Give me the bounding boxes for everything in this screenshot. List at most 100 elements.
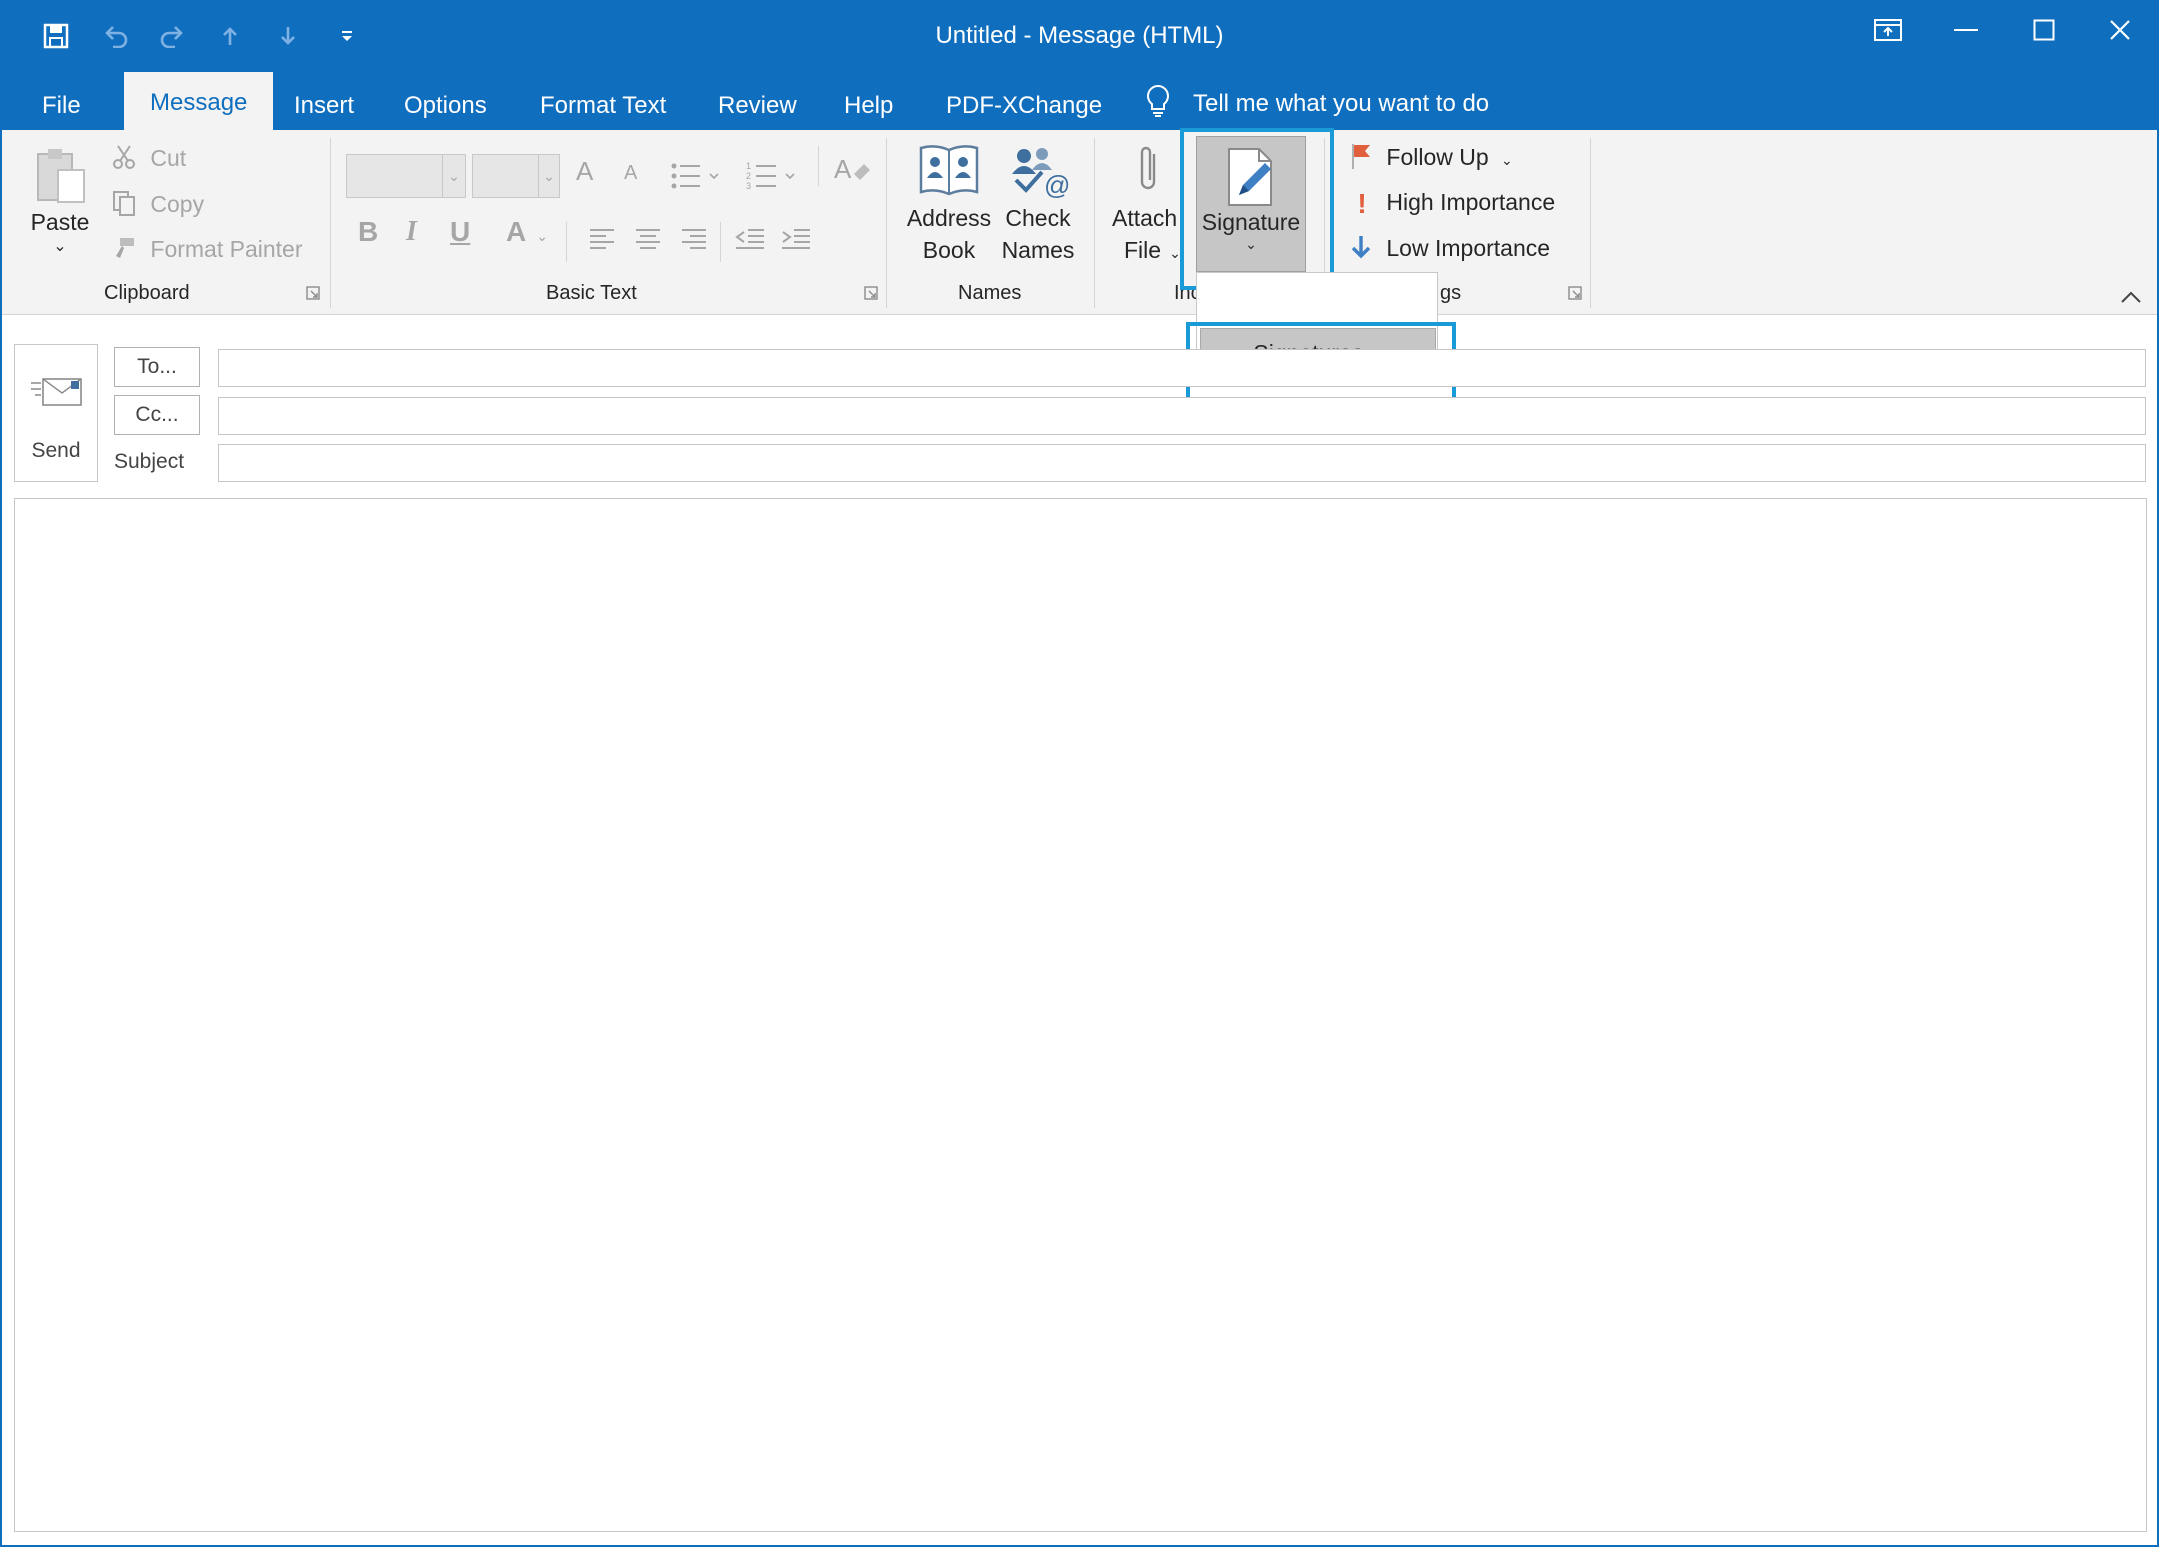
message-body-editor[interactable] — [14, 498, 2147, 1532]
bullets-icon[interactable] — [670, 158, 724, 194]
basic-text-dialog-launcher-icon[interactable] — [864, 286, 878, 300]
decrease-indent-icon[interactable] — [734, 226, 766, 257]
tab-message[interactable]: Message — [124, 72, 274, 130]
font-color-button[interactable]: A ⌄ — [506, 216, 548, 248]
ribbon-display-options-icon[interactable] — [1858, 10, 1918, 50]
copy-icon — [112, 190, 138, 222]
tags-dialog-launcher-icon[interactable] — [1568, 286, 1582, 300]
attach-file-label-line2: File — [1124, 237, 1162, 263]
address-book-icon — [917, 142, 981, 198]
paintbrush-icon — [112, 236, 138, 266]
check-names-button[interactable]: @ Check Names — [998, 142, 1078, 266]
collapse-ribbon-icon[interactable] — [2120, 290, 2142, 309]
copy-button[interactable]: Copy — [112, 190, 204, 222]
italic-label: I — [406, 216, 417, 247]
tab-options[interactable]: Options — [378, 82, 513, 130]
exclamation-icon: ! — [1357, 188, 1367, 219]
subject-field[interactable] — [218, 444, 2146, 482]
group-separator — [1590, 138, 1591, 308]
cut-label: Cut — [150, 145, 187, 172]
lightbulb-icon — [1145, 84, 1171, 125]
tab-review[interactable]: Review — [692, 82, 823, 130]
tell-me-label: Tell me what you want to do — [1193, 90, 1490, 117]
to-button[interactable]: To... — [114, 347, 200, 387]
minimize-icon[interactable] — [1936, 10, 1996, 50]
numbering-icon[interactable]: 123 — [746, 158, 800, 194]
svg-text:2: 2 — [746, 171, 751, 181]
font-size-combo[interactable]: ⌄ — [472, 154, 560, 198]
grow-font-label: A — [576, 156, 594, 186]
clipboard-dialog-launcher-icon[interactable] — [306, 286, 320, 300]
low-importance-button[interactable]: Low Importance — [1350, 234, 1550, 266]
tags-group-label-partial: gs — [1440, 282, 1462, 304]
tab-file[interactable]: File — [16, 82, 107, 130]
cc-button[interactable]: Cc... — [114, 395, 200, 435]
tab-insert[interactable]: Insert — [268, 82, 380, 130]
paste-button[interactable]: Paste ⌄ — [20, 140, 100, 280]
chevron-down-icon: ⌄ — [538, 155, 559, 197]
high-importance-label: High Importance — [1386, 189, 1556, 216]
increase-indent-icon[interactable] — [780, 226, 812, 257]
clear-formatting-icon[interactable]: A — [832, 152, 870, 192]
send-label: Send — [31, 439, 81, 462]
shrink-font-label: A — [624, 162, 638, 184]
subject-label: Subject — [114, 450, 185, 473]
bold-label: B — [358, 216, 379, 247]
svg-text:1: 1 — [746, 161, 751, 171]
ribbon-tabs: File Message Insert Options Format Text … — [0, 70, 2159, 130]
title-bar: Untitled - Message (HTML) File Message I… — [0, 0, 2159, 130]
tab-pdf-xchange[interactable]: PDF-XChange — [920, 82, 1128, 130]
cc-field[interactable] — [218, 397, 2146, 435]
high-importance-button[interactable]: ! High Importance — [1350, 188, 1555, 220]
maximize-icon[interactable] — [2014, 10, 2074, 50]
svg-text:3: 3 — [746, 181, 751, 191]
group-separator — [1094, 138, 1095, 308]
underline-button[interactable]: U — [450, 216, 470, 248]
paperclip-icon — [1134, 142, 1164, 198]
divider — [818, 146, 819, 186]
divider — [720, 222, 721, 262]
attach-file-button[interactable]: Attach File ⌄ — [1112, 142, 1186, 269]
send-button[interactable]: Send — [14, 344, 98, 482]
basic-text-group-label: Basic Text — [546, 282, 637, 304]
tell-me-search[interactable]: Tell me what you want to do — [1145, 80, 1489, 128]
chevron-down-icon: ⌄ — [536, 228, 548, 244]
svg-text:@: @ — [1044, 170, 1070, 198]
group-separator — [330, 138, 331, 308]
tab-format-text[interactable]: Format Text — [514, 82, 692, 130]
ribbon: Paste ⌄ Cut Copy Format Painter Clipboar… — [0, 130, 2159, 315]
check-names-label-line2: Names — [1001, 237, 1075, 263]
chevron-down-icon: ⌄ — [442, 155, 465, 197]
divider — [566, 222, 567, 262]
format-painter-button[interactable]: Format Painter — [112, 236, 303, 266]
clipboard-group-label: Clipboard — [104, 282, 190, 304]
to-field[interactable] — [218, 349, 2146, 387]
cut-button[interactable]: Cut — [112, 144, 186, 176]
clipboard-icon — [32, 146, 88, 206]
tab-help[interactable]: Help — [818, 82, 919, 130]
follow-up-label: Follow Up — [1386, 144, 1489, 171]
align-left-icon[interactable] — [588, 226, 616, 257]
close-icon[interactable] — [2090, 10, 2150, 50]
align-center-icon[interactable] — [634, 226, 662, 257]
font-color-label: A — [506, 216, 527, 247]
paste-label: Paste — [30, 209, 90, 235]
low-importance-label: Low Importance — [1386, 235, 1551, 262]
scissors-icon — [112, 144, 138, 176]
names-group-label: Names — [958, 282, 1022, 304]
group-separator — [886, 138, 887, 308]
check-names-label-line1: Check — [1005, 205, 1071, 231]
address-book-button[interactable]: Address Book — [900, 142, 998, 266]
font-name-combo[interactable]: ⌄ — [346, 154, 466, 198]
svg-text:A: A — [834, 154, 852, 184]
bold-button[interactable]: B — [358, 216, 378, 248]
window-title: Untitled - Message (HTML) — [935, 22, 1224, 49]
shrink-font-button[interactable]: A — [624, 162, 637, 185]
flag-icon — [1350, 142, 1374, 176]
follow-up-button[interactable]: Follow Up ⌄ — [1350, 142, 1513, 176]
italic-button[interactable]: I — [406, 216, 417, 248]
down-arrow-icon — [1350, 234, 1374, 266]
copy-label: Copy — [150, 191, 205, 218]
grow-font-button[interactable]: A — [576, 156, 593, 187]
align-right-icon[interactable] — [680, 226, 708, 257]
